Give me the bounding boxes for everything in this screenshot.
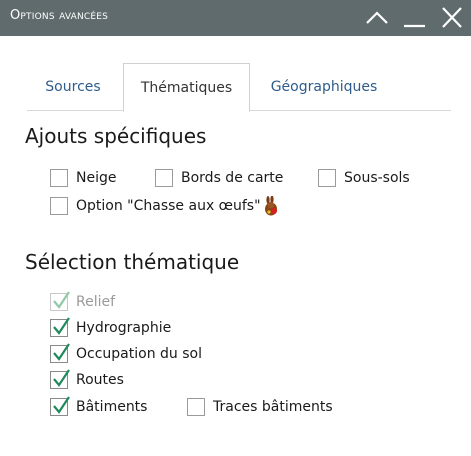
checkbox-row-sous-sols[interactable]: Sous-sols bbox=[318, 169, 410, 187]
checkbox-row-batiments[interactable]: Bâtiments bbox=[50, 396, 148, 416]
ajouts-specifiques-heading: Ajouts spécifiques bbox=[25, 124, 207, 148]
neige-label: Neige bbox=[76, 170, 117, 186]
routes-checkbox[interactable] bbox=[50, 369, 70, 389]
tab-sources[interactable]: Sources bbox=[27, 63, 119, 111]
checkbox-row-routes[interactable]: Routes bbox=[50, 369, 124, 389]
checkmark-icon bbox=[53, 343, 70, 361]
checkbox-row-hydrographie[interactable]: Hydrographie bbox=[50, 317, 172, 337]
checkbox-row-bords-de-carte[interactable]: Bords de carte bbox=[155, 169, 283, 187]
checkmark-icon bbox=[53, 317, 70, 335]
bords-de-carte-label: Bords de carte bbox=[181, 170, 284, 186]
occupation-du-sol-checkbox[interactable] bbox=[50, 343, 70, 363]
chasse-aux-oeufs-checkbox[interactable] bbox=[50, 197, 68, 215]
occupation-du-sol-label: Occupation du sol bbox=[76, 346, 202, 362]
relief-label: Relief bbox=[76, 294, 116, 310]
traces-batiments-checkbox[interactable] bbox=[187, 398, 205, 416]
checkbox-row-traces-batiments[interactable]: Traces bâtiments bbox=[187, 398, 333, 416]
tab-bar: Sources Thématiques Géographiques bbox=[27, 63, 451, 112]
checkbox-row-relief: Relief bbox=[50, 291, 116, 311]
chocolate-bunny-icon bbox=[264, 196, 277, 216]
minimize-icon bbox=[404, 24, 425, 28]
bords-de-carte-checkbox[interactable] bbox=[155, 169, 173, 187]
checkmark-icon bbox=[53, 369, 70, 387]
checkmark-icon bbox=[53, 396, 70, 414]
hydrographie-checkbox[interactable] bbox=[50, 317, 70, 337]
routes-label: Routes bbox=[76, 372, 124, 388]
tab-thematiques[interactable]: Thématiques bbox=[123, 63, 250, 112]
checkbox-row-neige[interactable]: Neige bbox=[50, 169, 116, 187]
batiments-label: Bâtiments bbox=[76, 399, 148, 415]
minimize-button[interactable] bbox=[401, 6, 427, 30]
close-button[interactable] bbox=[439, 6, 465, 30]
hydrographie-label: Hydrographie bbox=[76, 320, 172, 336]
title-bar: Options avancées bbox=[0, 0, 471, 36]
checkbox-row-occupation-du-sol[interactable]: Occupation du sol bbox=[50, 343, 202, 363]
traces-batiments-label: Traces bâtiments bbox=[213, 399, 333, 415]
window-title: Options avancées bbox=[10, 8, 109, 23]
sous-sols-checkbox[interactable] bbox=[318, 169, 336, 187]
neige-checkbox[interactable] bbox=[50, 169, 68, 187]
tab-geographiques[interactable]: Géographiques bbox=[259, 63, 389, 111]
collapse-button[interactable] bbox=[364, 6, 390, 30]
close-icon bbox=[442, 7, 462, 28]
checkbox-row-chasse-aux-oeufs[interactable]: Option "Chasse aux œufs" bbox=[50, 196, 281, 216]
chasse-aux-oeufs-label: Option "Chasse aux œufs" bbox=[76, 198, 261, 214]
selection-thematique-heading: Sélection thématique bbox=[25, 250, 240, 274]
batiments-checkbox[interactable] bbox=[50, 396, 70, 416]
checkmark-icon bbox=[53, 291, 70, 309]
sous-sols-label: Sous-sols bbox=[344, 170, 410, 186]
relief-checkbox bbox=[50, 291, 70, 311]
collapse-icon bbox=[366, 11, 388, 24]
